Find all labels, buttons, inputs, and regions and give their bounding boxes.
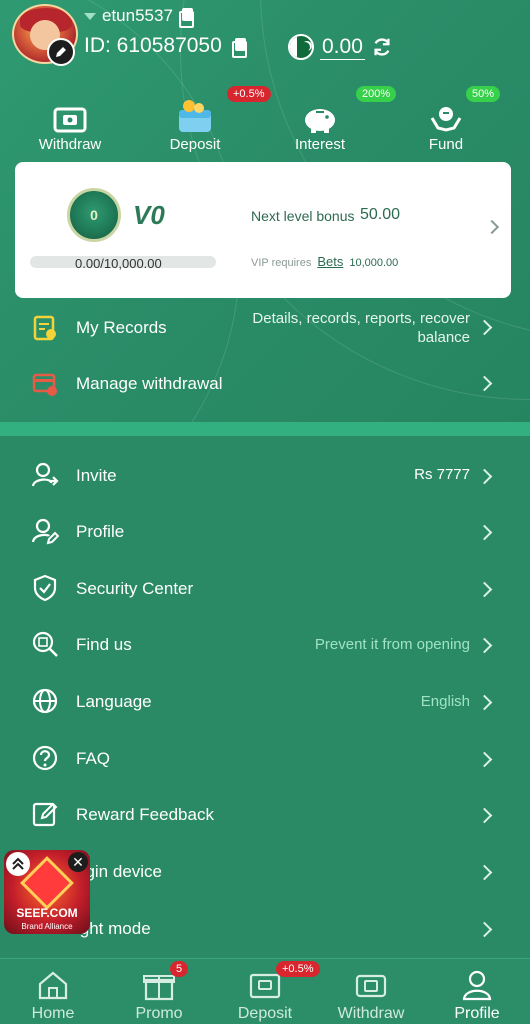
records-icon: [30, 313, 60, 343]
chevron-right-icon: [476, 864, 493, 881]
user-id-row: ID: 610587050: [84, 34, 247, 58]
section-divider: [0, 422, 530, 436]
nav-withdraw[interactable]: Withdraw: [318, 969, 424, 1023]
menu-item-faq[interactable]: FAQ: [0, 735, 530, 781]
nav-promo[interactable]: 5 Promo: [106, 961, 212, 1023]
deposit-wallet-icon: +0.5%: [175, 86, 271, 134]
ad-brand: SEEF.COM: [16, 906, 78, 920]
deposit-badge: +0.5%: [227, 86, 271, 102]
chevron-right-icon: [476, 751, 493, 768]
nav-profile[interactable]: Profile: [424, 969, 530, 1023]
invite-user-icon: [30, 460, 60, 490]
chevron-right-icon: [476, 375, 493, 392]
profile-person-icon: [462, 970, 492, 1001]
fund-badge: 50%: [466, 86, 501, 102]
chevron-right-icon: [476, 581, 493, 598]
language-value: English: [420, 693, 470, 710]
menu-item-invite[interactable]: Invite Rs 7777: [0, 452, 530, 498]
next-level-value: 50.00: [360, 206, 401, 223]
invite-reward: Rs 7777: [414, 466, 470, 483]
chevron-right-icon: [476, 694, 493, 711]
menu-item-find-us[interactable]: Find us Prevent it from opening: [0, 621, 530, 667]
chevron-down-icon: [84, 12, 96, 20]
bottom-nav: Home 5 Promo +0.5% Deposit Withdraw Prof…: [0, 958, 530, 1024]
home-icon: [38, 971, 68, 1000]
refresh-icon[interactable]: [371, 36, 393, 58]
nav-deposit[interactable]: +0.5% Deposit: [212, 961, 320, 1023]
quick-withdraw[interactable]: Withdraw: [15, 88, 125, 153]
globe-icon: [30, 686, 60, 716]
chevron-right-icon: [476, 637, 493, 654]
profile-edit-icon: [30, 516, 60, 546]
find-search-icon: [30, 629, 60, 659]
close-icon[interactable]: ✕: [68, 852, 88, 872]
feedback-edit-icon: [30, 799, 60, 829]
copy-icon[interactable]: [231, 38, 247, 58]
vip-progress-text: 0.00/10,000.00: [75, 256, 162, 271]
menu-item-manage-withdrawal[interactable]: Manage withdrawal: [0, 362, 530, 406]
records-description: Details, records, reports, recover balan…: [252, 310, 470, 346]
username-row[interactable]: etun5537: [84, 6, 194, 28]
chevron-right-icon: [476, 807, 493, 824]
chevron-right-icon: [484, 219, 500, 235]
vip-level: V0: [133, 200, 165, 230]
balance-row: 0.00: [288, 34, 393, 60]
profile-header: etun5537 ID: 610587050 0.00 Withdraw +0.…: [0, 0, 530, 422]
question-icon: [30, 743, 60, 773]
fund-hands-icon: 50%: [428, 86, 501, 134]
quick-fund[interactable]: 50% Fund: [391, 86, 501, 153]
vip-card[interactable]: 0 V0 0.00/10,000.00 Next level bonus 50.…: [15, 162, 511, 298]
deposit-badge: +0.5%: [276, 961, 320, 977]
withdraw-ticket-icon: [52, 88, 88, 134]
username: etun5537: [102, 6, 173, 25]
menu-item-security-center[interactable]: Security Center: [0, 565, 530, 611]
next-level-label: Next level bonus: [251, 208, 355, 224]
promo-badge: 5: [170, 961, 189, 977]
balance-value: 0.00: [320, 34, 365, 60]
quick-deposit[interactable]: +0.5% Deposit: [140, 86, 271, 153]
chevron-right-icon: [476, 524, 493, 541]
ad-subtitle: Brand Alliance: [21, 922, 73, 931]
find-us-status: Prevent it from opening: [314, 636, 470, 653]
pakistan-flag-icon: [288, 34, 314, 60]
piggy-bank-icon: 200%: [300, 86, 397, 134]
double-chevron-up-icon[interactable]: [6, 852, 30, 876]
chevron-right-icon: [476, 921, 493, 938]
chevron-right-icon: [476, 468, 493, 485]
copy-icon[interactable]: [178, 8, 194, 28]
edit-avatar-icon[interactable]: [47, 38, 75, 66]
vip-requirement: VIP requires Bets 10,000.00: [251, 254, 399, 269]
menu-item-profile[interactable]: Profile: [0, 508, 530, 554]
chevron-right-icon: [476, 319, 493, 336]
menu-item-language[interactable]: Language English: [0, 678, 530, 724]
withdraw-ticket-icon: [355, 974, 387, 998]
nav-home[interactable]: Home: [0, 969, 106, 1023]
shield-check-icon: [30, 573, 60, 603]
bets-link[interactable]: Bets: [317, 254, 343, 269]
manage-withdrawal-icon: [30, 369, 60, 399]
user-id: ID: 610587050: [84, 34, 222, 57]
vip-medal-icon: 0: [67, 188, 121, 242]
menu-item-my-records[interactable]: My Records Details, records, reports, re…: [0, 306, 530, 350]
menu-item-reward-feedback[interactable]: Reward Feedback: [0, 791, 530, 837]
quick-interest[interactable]: 200% Interest: [265, 86, 397, 153]
